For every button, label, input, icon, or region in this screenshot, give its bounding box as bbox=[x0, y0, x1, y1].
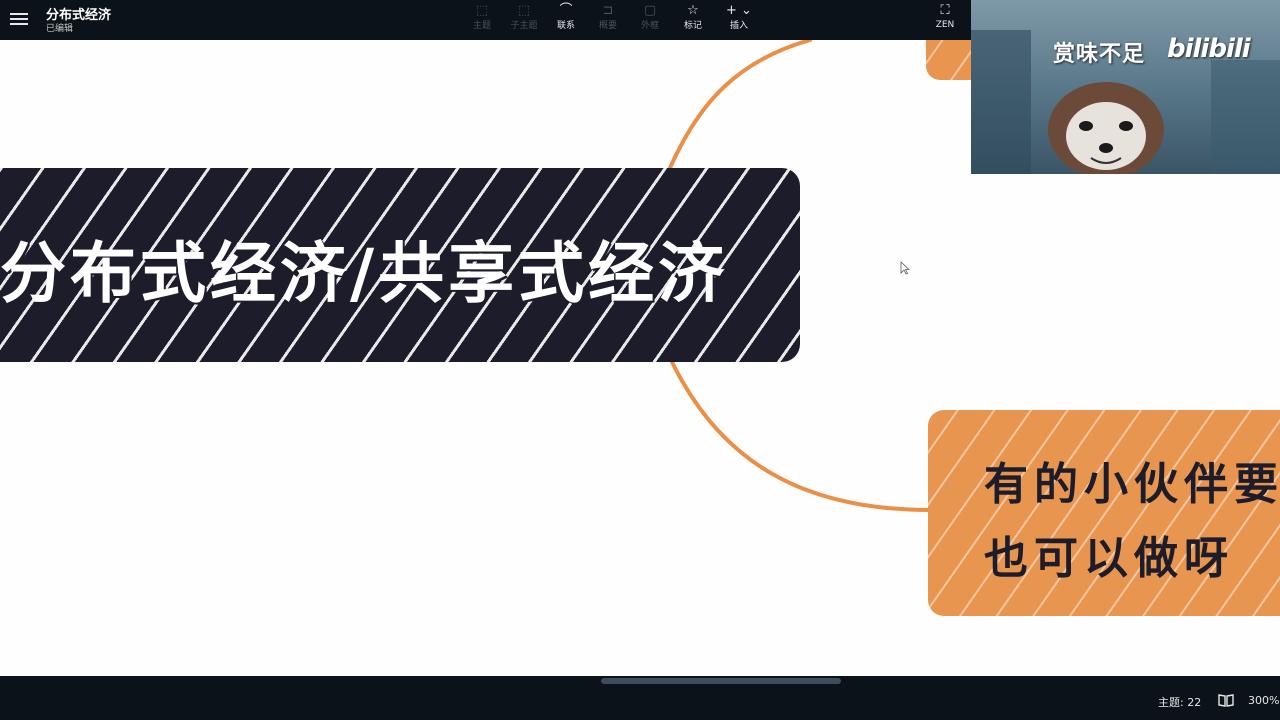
marker-label: 标记 bbox=[683, 21, 702, 31]
book-icon[interactable] bbox=[1218, 693, 1234, 707]
child-topic-line-1: 有的小伙伴要 bbox=[984, 459, 1280, 510]
video-caption: 赏味不足 bbox=[1053, 42, 1146, 67]
summary-label: 概要 bbox=[598, 21, 617, 31]
red-panda-avatar bbox=[1048, 82, 1164, 174]
central-topic-text: 分布式经济/共享式经济 bbox=[0, 235, 729, 312]
boundary-button[interactable]: ▢ 外框 bbox=[632, 2, 668, 36]
summary-icon: ⊐ bbox=[602, 3, 614, 18]
star-icon: ☆ bbox=[687, 3, 699, 18]
insert-button[interactable]: + ⌄ 插入 bbox=[721, 2, 757, 36]
horizontal-scrollbar[interactable] bbox=[0, 676, 1280, 686]
zen-mode-button[interactable]: ⛶ ZEN bbox=[930, 2, 960, 36]
mindmap-app: 分布式经济 已编辑 ⬚ 主题 ⬚ 子主题 ⌒ 联系 ⊐ 概要 ▢ 外框 ☆ 标记… bbox=[0, 0, 1280, 720]
horizontal-scrollbar-thumb[interactable] bbox=[601, 678, 841, 684]
child-topic-node[interactable]: 有的小伙伴要 也可以做呀 bbox=[928, 410, 1280, 616]
video-tree-shape bbox=[971, 30, 1031, 174]
topic-button[interactable]: ⬚ 主题 bbox=[464, 2, 500, 36]
save-status: 已编辑 bbox=[46, 24, 74, 34]
topic-count: 主题: 22 bbox=[1158, 696, 1202, 709]
video-tree-shape bbox=[1211, 60, 1280, 174]
subtopic-icon: ⬚ bbox=[517, 3, 531, 18]
fullscreen-icon: ⛶ bbox=[940, 3, 950, 18]
relation-button[interactable]: ⌒ 联系 bbox=[548, 2, 584, 36]
topic-label: 主题 bbox=[472, 21, 491, 31]
insert-label: 插入 bbox=[729, 21, 748, 31]
subtopic-label: 子主题 bbox=[510, 21, 538, 31]
marker-button[interactable]: ☆ 标记 bbox=[675, 2, 711, 36]
child-topic-line-2: 也可以做呀 bbox=[984, 533, 1234, 584]
central-topic-node[interactable]: 分布式经济/共享式经济 bbox=[0, 168, 800, 362]
bilibili-logo: bilibili bbox=[1167, 34, 1251, 64]
relation-icon: ⌒ bbox=[559, 3, 573, 18]
zoom-level[interactable]: 300% bbox=[1248, 694, 1279, 707]
subtopic-button[interactable]: ⬚ 子主题 bbox=[506, 2, 542, 36]
topic-icon: ⬚ bbox=[475, 3, 489, 18]
boundary-icon: ▢ bbox=[643, 3, 657, 18]
plus-icon: + ⌄ bbox=[726, 3, 752, 18]
summary-button[interactable]: ⊐ 概要 bbox=[590, 2, 626, 36]
mouse-cursor-icon bbox=[900, 261, 910, 275]
streamer-video-overlay: 赏味不足 bilibili bbox=[971, 0, 1280, 174]
zen-label: ZEN bbox=[935, 20, 955, 30]
status-bar: 主题: 22 300% bbox=[0, 686, 1280, 720]
relation-label: 联系 bbox=[556, 21, 575, 31]
hamburger-menu-icon[interactable] bbox=[10, 10, 28, 26]
connector-to-child-topic bbox=[670, 360, 932, 512]
boundary-label: 外框 bbox=[640, 21, 659, 31]
connector-to-top-topic bbox=[668, 40, 812, 170]
